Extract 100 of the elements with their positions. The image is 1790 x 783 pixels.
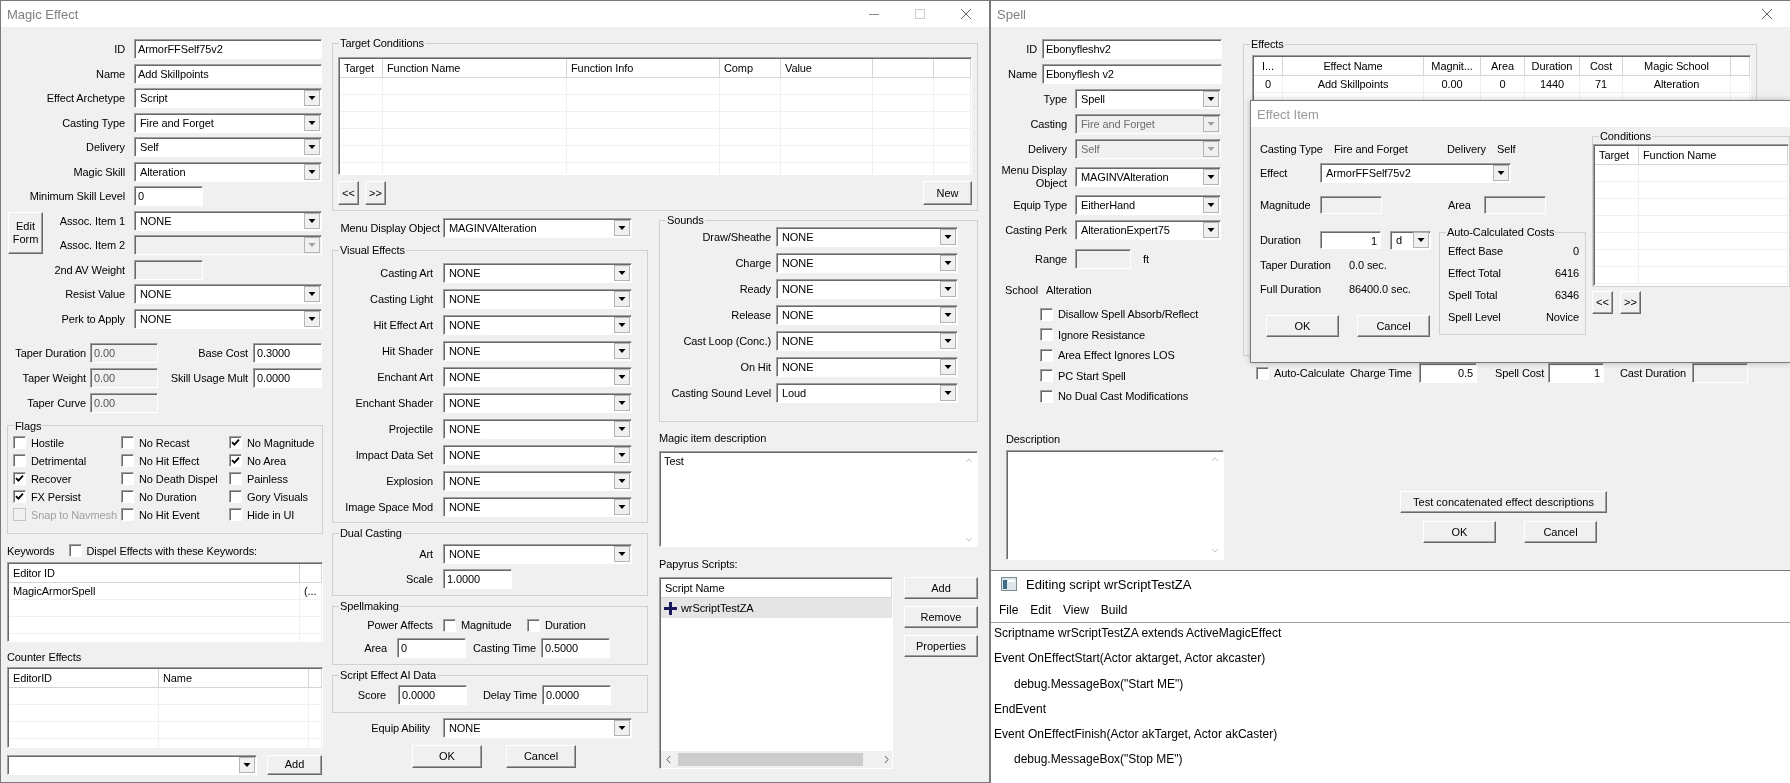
- column-header[interactable]: [309, 668, 322, 688]
- dropdown[interactable]: Alteration: [134, 161, 322, 182]
- add-button[interactable]: Add: [267, 754, 322, 775]
- dropdown[interactable]: NONE: [443, 445, 632, 465]
- column-header[interactable]: Effect Name: [1283, 57, 1424, 76]
- dropdown[interactable]: Self: [134, 137, 322, 157]
- dropdown[interactable]: NONE: [443, 367, 632, 387]
- dropdown[interactable]: NONE: [776, 331, 958, 351]
- checkbox[interactable]: [1040, 307, 1053, 321]
- column-header[interactable]: Area: [1481, 57, 1525, 76]
- horizontal-scrollbar[interactable]: [661, 751, 892, 768]
- dropdown[interactable]: NONE: [443, 393, 632, 413]
- input-field[interactable]: 0: [134, 186, 203, 206]
- column-header[interactable]: Cost: [1580, 57, 1623, 76]
- cancel-button[interactable]: Cancel: [506, 745, 576, 768]
- list-item[interactable]: wrScriptTestZA: [661, 598, 892, 618]
- checkbox[interactable]: [229, 436, 242, 449]
- dropdown[interactable]: NONE: [776, 357, 958, 377]
- column-header[interactable]: Magnit...: [1424, 57, 1481, 76]
- cancel-button[interactable]: Cancel: [1357, 315, 1430, 337]
- dropdown[interactable]: AlterationExpert75: [1075, 220, 1221, 240]
- dropdown[interactable]: NONE: [776, 253, 958, 273]
- column-header[interactable]: Function Info: [567, 59, 720, 78]
- dropdown[interactable]: NONE: [443, 315, 632, 335]
- checkbox[interactable]: [1040, 389, 1053, 403]
- input-field[interactable]: 0.0000: [398, 685, 467, 705]
- dropdown[interactable]: NONE: [443, 471, 632, 491]
- next-button[interactable]: >>: [1620, 291, 1641, 314]
- dropdown[interactable]: ArmorFFSelf75v2: [1320, 163, 1511, 183]
- test-descriptions-button[interactable]: Test concatenated effect descriptions: [1400, 491, 1607, 513]
- ok-button[interactable]: OK: [1266, 315, 1339, 337]
- dropdown[interactable]: Loud: [776, 383, 958, 403]
- input-field[interactable]: 0.0000: [253, 367, 322, 388]
- column-header[interactable]: Target: [1595, 146, 1639, 165]
- menu-item[interactable]: Edit: [1024, 602, 1058, 617]
- checkbox[interactable]: [229, 490, 242, 503]
- text-area[interactable]: Test: [659, 451, 978, 547]
- dropdown[interactable]: NONE: [134, 308, 322, 329]
- checkbox[interactable]: [121, 490, 134, 503]
- column-header[interactable]: Script Name: [661, 579, 892, 598]
- dropdown[interactable]: NONE: [443, 263, 632, 283]
- dropdown[interactable]: NONE: [443, 419, 632, 439]
- checkbox[interactable]: [1040, 369, 1053, 382]
- dropdown[interactable]: Fire and Forget: [134, 112, 322, 133]
- checkbox[interactable]: [229, 472, 242, 485]
- input-field[interactable]: Ebonyflesh v2: [1042, 64, 1222, 84]
- input-field[interactable]: 0.3000: [253, 342, 322, 363]
- menu-item[interactable]: Build: [1094, 602, 1134, 617]
- input-field[interactable]: 1: [1320, 231, 1381, 249]
- dropdown[interactable]: [7, 754, 257, 775]
- column-header[interactable]: Duration: [1525, 57, 1580, 76]
- cancel-button[interactable]: Cancel: [1524, 521, 1597, 543]
- dropdown[interactable]: NONE: [443, 544, 632, 564]
- previous-button[interactable]: <<: [338, 181, 359, 205]
- checkbox[interactable]: [121, 472, 134, 485]
- input-field[interactable]: 1: [1548, 363, 1604, 383]
- dropdown[interactable]: NONE: [776, 279, 958, 299]
- dropdown[interactable]: NONE: [443, 341, 632, 361]
- column-header[interactable]: Function Name: [383, 59, 567, 78]
- dropdown[interactable]: NONE: [776, 227, 958, 247]
- dropdown[interactable]: Spell: [1075, 89, 1221, 109]
- input-field[interactable]: 0.5000: [541, 638, 610, 658]
- checkbox[interactable]: [13, 472, 26, 485]
- checkbox[interactable]: [229, 508, 242, 521]
- input-field[interactable]: 0: [397, 638, 466, 658]
- checkbox[interactable]: [229, 454, 242, 467]
- input-field[interactable]: 0.0000: [542, 685, 611, 705]
- checkbox[interactable]: [68, 544, 82, 557]
- input-field[interactable]: 1.0000: [443, 569, 512, 589]
- checkbox[interactable]: [443, 618, 456, 632]
- input-field[interactable]: Add Skillpoints: [134, 63, 322, 84]
- dropdown[interactable]: d: [1390, 230, 1431, 250]
- checkbox[interactable]: [1040, 348, 1053, 362]
- column-header[interactable]: [300, 563, 322, 583]
- column-header[interactable]: Function Name: [1639, 146, 1788, 165]
- column-header[interactable]: I...: [1254, 57, 1283, 76]
- next-button[interactable]: >>: [365, 181, 386, 205]
- dropdown[interactable]: NONE: [776, 305, 958, 325]
- remove-button[interactable]: Remove: [904, 606, 978, 628]
- add-button[interactable]: Add: [904, 577, 978, 599]
- menu-item[interactable]: View: [1057, 602, 1095, 617]
- previous-button[interactable]: <<: [1592, 291, 1613, 314]
- column-header[interactable]: Target: [340, 59, 383, 78]
- checkbox[interactable]: [1256, 366, 1269, 380]
- column-header[interactable]: EditorID: [9, 668, 159, 688]
- dropdown[interactable]: MAGINVAlteration: [443, 218, 632, 238]
- new-button[interactable]: New: [923, 181, 972, 205]
- properties-button[interactable]: Properties: [904, 635, 978, 657]
- dropdown[interactable]: NONE: [443, 718, 632, 738]
- dropdown[interactable]: NONE: [134, 284, 322, 304]
- input-field[interactable]: 0.5: [1419, 363, 1477, 383]
- checkbox[interactable]: [527, 618, 540, 632]
- checkbox[interactable]: [121, 454, 134, 467]
- column-header[interactable]: Editor ID: [9, 563, 300, 583]
- checkbox[interactable]: [121, 508, 134, 521]
- checkbox[interactable]: [13, 490, 26, 503]
- checkbox[interactable]: [13, 454, 26, 467]
- menu-item[interactable]: File: [993, 602, 1025, 617]
- dropdown[interactable]: Script: [134, 88, 322, 108]
- checkbox[interactable]: [121, 436, 134, 449]
